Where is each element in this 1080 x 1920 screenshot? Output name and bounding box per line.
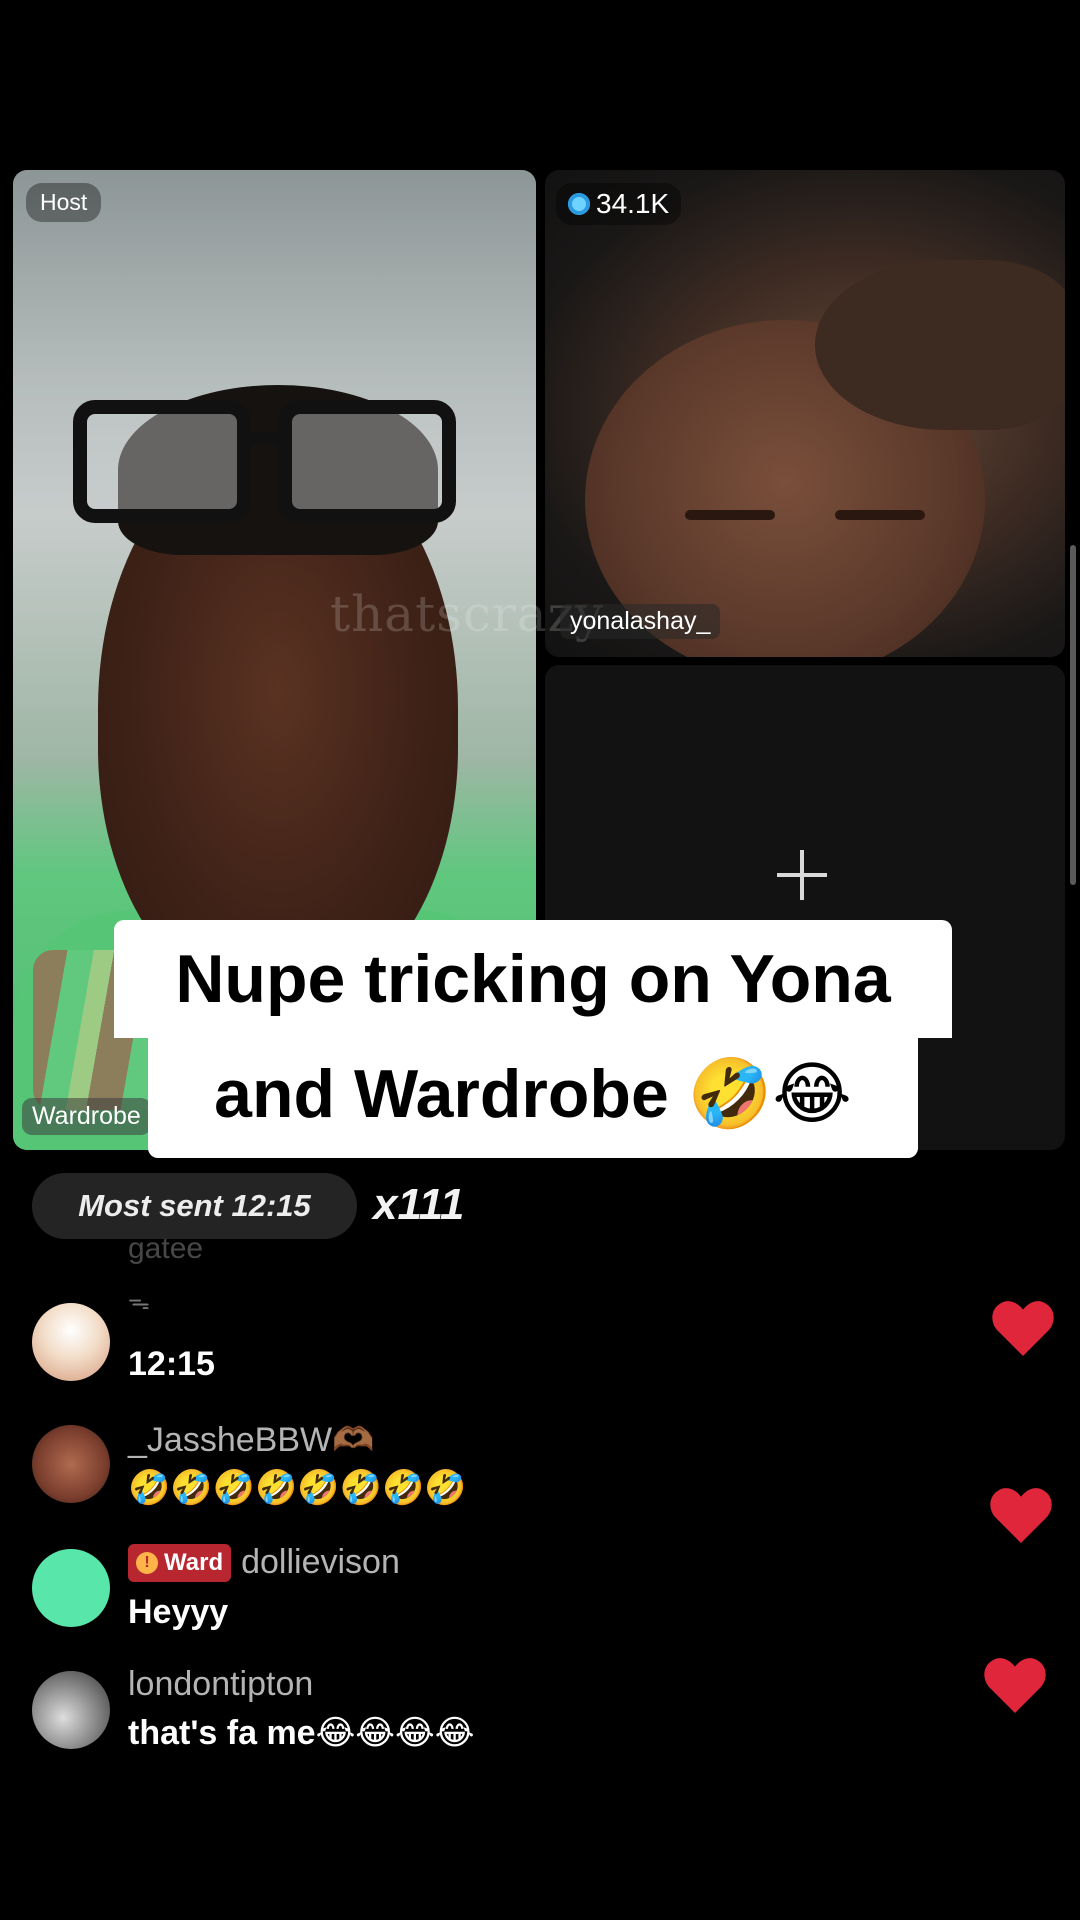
viewer-count: 34.1K — [596, 188, 670, 219]
host-badge: Host — [26, 183, 102, 222]
avatar[interactable] — [32, 1303, 110, 1381]
diamond-icon — [568, 193, 590, 215]
faded-badge-icon: ᯓ — [128, 1289, 150, 1314]
chat-username[interactable]: londontipton — [128, 1665, 313, 1704]
chat-message-text: Heyyy — [128, 1593, 229, 1631]
chat-username[interactable]: _JassheBBW🫶🏾 — [128, 1420, 374, 1460]
chat-message-text: that's fa me😂😂😂😂 — [128, 1714, 475, 1752]
guest-eye-left — [685, 510, 775, 520]
host-name-tag[interactable]: Wardrobe — [22, 1098, 151, 1135]
avatar[interactable] — [32, 1425, 110, 1503]
glasses-left-lens — [73, 400, 251, 523]
heart-icon — [992, 1300, 1054, 1356]
heart-icon — [990, 1487, 1052, 1543]
guest-video-tile[interactable] — [545, 170, 1065, 657]
chat-message-text: 12:15 — [128, 1345, 215, 1383]
avatar[interactable] — [32, 1671, 110, 1749]
chat-message-text: 🤣🤣🤣🤣🤣🤣🤣🤣 — [128, 1469, 467, 1507]
faded-username: gatee — [128, 1232, 204, 1265]
chat-user-line: ! Ward dollievison — [128, 1543, 400, 1582]
heart-icon — [984, 1657, 1046, 1713]
scrollbar[interactable] — [1070, 545, 1076, 885]
fan-club-badge-label: Ward — [164, 1548, 224, 1576]
fan-club-badge[interactable]: ! Ward — [128, 1543, 232, 1582]
fan-heart-icon: ! — [136, 1551, 158, 1574]
glasses-right-lens — [278, 400, 456, 523]
avatar[interactable] — [32, 1549, 110, 1627]
most-sent-gift-pill[interactable]: Most sent 12:15 — [32, 1173, 357, 1239]
glasses-bridge — [241, 432, 281, 444]
caption-line-2: and Wardrobe 🤣😂 — [148, 1032, 918, 1158]
guest-name-tag[interactable]: yonalashay_ — [560, 604, 721, 639]
chat-username[interactable]: dollievison — [241, 1543, 400, 1582]
add-guest-icon[interactable] — [777, 850, 827, 900]
gift-count: x111 — [373, 1180, 465, 1229]
guest-hand — [815, 260, 1065, 430]
guest-eye-right — [835, 510, 925, 520]
caption-line-1: Nupe tricking on Yona — [114, 920, 952, 1038]
viewer-count-badge[interactable]: 34.1K — [556, 183, 682, 225]
